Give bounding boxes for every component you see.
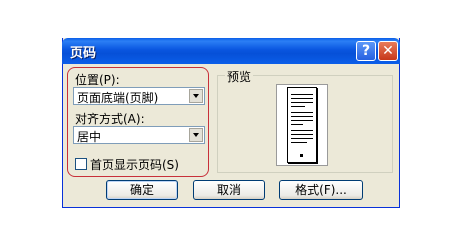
preview-line	[291, 138, 313, 139]
preview-line	[291, 102, 313, 103]
close-button[interactable]: ✕	[378, 41, 398, 61]
position-select-value: 页面底端(页脚)	[77, 91, 159, 105]
cancel-button[interactable]: 取消	[193, 180, 265, 200]
first-page-checkbox[interactable]	[75, 158, 87, 170]
question-mark-icon: ?	[361, 43, 371, 59]
preview-line	[291, 124, 303, 125]
page-number-dialog: 页码 ? ✕ 位置(P): 页面底端(页脚) 对齐方式(A): 居中 首页显示页…	[62, 38, 400, 208]
alignment-label: 对齐方式(A):	[75, 112, 145, 126]
preview-line	[291, 130, 313, 131]
preview-label: 预览	[225, 68, 254, 85]
format-button[interactable]: 格式(F)...	[279, 180, 363, 200]
preview-line	[291, 134, 313, 135]
alignment-select-value: 居中	[77, 130, 102, 144]
ok-button[interactable]: 确定	[106, 180, 178, 200]
preview-line	[291, 116, 313, 117]
position-select[interactable]: 页面底端(页脚)	[73, 87, 205, 105]
position-label: 位置(P):	[75, 73, 120, 87]
page-number-marker	[300, 154, 303, 157]
preview-line	[291, 94, 313, 95]
preview-line	[291, 106, 305, 107]
first-page-label[interactable]: 首页显示页码(S)	[90, 156, 179, 173]
help-button[interactable]: ?	[356, 41, 376, 61]
preview-line	[291, 98, 313, 99]
close-icon: ✕	[382, 43, 394, 59]
dialog-title: 页码	[70, 46, 97, 61]
preview-line	[291, 112, 313, 113]
preview-line	[291, 142, 307, 143]
alignment-select[interactable]: 居中	[73, 126, 205, 144]
page-preview-icon	[287, 87, 317, 163]
preview-line	[291, 120, 313, 121]
title-bar[interactable]: 页码 ? ✕	[62, 38, 400, 64]
chevron-down-icon[interactable]	[189, 128, 203, 142]
chevron-down-icon[interactable]	[189, 89, 203, 103]
